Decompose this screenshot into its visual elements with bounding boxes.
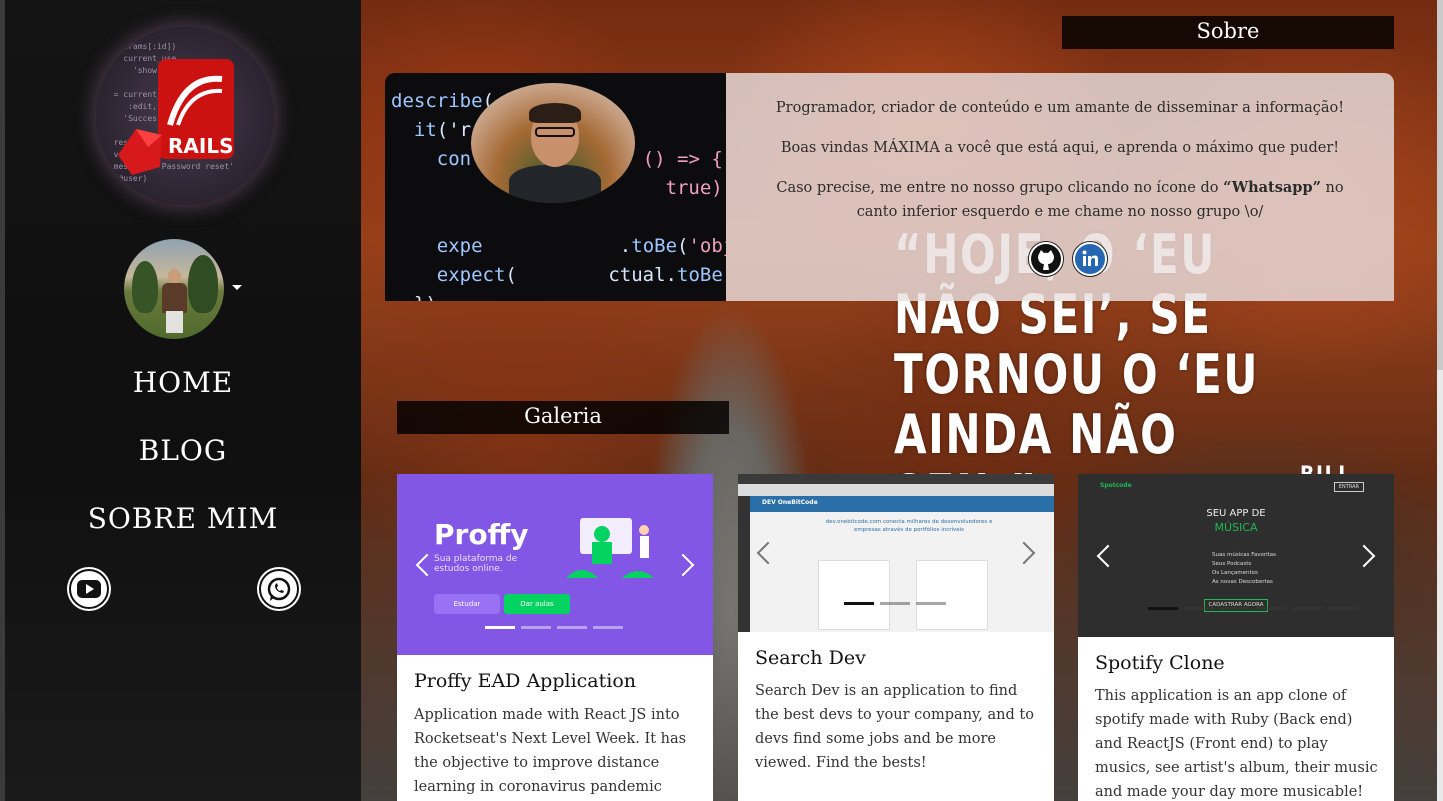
carousel-prev-icon[interactable] (1096, 544, 1120, 567)
about-paragraph-1: Programador, criador de conteúdo e um am… (775, 100, 1345, 116)
carousel-indicator[interactable] (1256, 607, 1286, 610)
carousel-indicator[interactable] (521, 626, 551, 629)
about-heading: Sobre (1062, 16, 1394, 49)
carousel-indicator[interactable] (1328, 607, 1358, 610)
github-icon (1031, 244, 1061, 274)
profile-photo-glasses (535, 127, 575, 137)
spotcode-feature: Suas músicas Favoritas (1212, 552, 1277, 558)
about-paragraph-3-start: Caso precise, me entre no nosso grupo cl… (776, 180, 1224, 196)
user-avatar[interactable] (124, 239, 224, 339)
about-social-icons (1028, 241, 1108, 277)
scrollbar-track[interactable] (1437, 0, 1443, 801)
carousel-indicator[interactable] (593, 626, 623, 629)
gallery-card-proffy: Proffy Sua plataforma de estudos online.… (397, 474, 713, 801)
card-title: Proffy EAD Application (414, 670, 636, 692)
searchdev-brand: DEV OneBitCode (762, 499, 818, 506)
about-paragraph-3: Caso precise, me entre no nosso grupo cl… (756, 176, 1364, 224)
about-paragraph-2: Boas vindas MÁXIMA a você que está aqui,… (780, 140, 1340, 156)
card-description: Search Dev is an application to find the… (755, 683, 1034, 771)
carousel-indicator[interactable] (1292, 607, 1322, 610)
carousel-indicator[interactable] (844, 602, 874, 605)
searchdev-headline: dev.onebitcode.com conecta milhares de d… (825, 519, 993, 533)
linkedin-icon (1075, 244, 1105, 274)
carousel-next-icon[interactable] (1352, 544, 1376, 567)
profile-photo (471, 83, 635, 203)
proffy-illustration (566, 518, 654, 578)
linkedin-button[interactable] (1072, 241, 1108, 277)
card-description: This application is an app clone of spot… (1095, 688, 1378, 800)
carousel-indicator[interactable] (1148, 607, 1178, 610)
carousel-indicators (844, 602, 946, 605)
sidebar-edge (0, 0, 5, 801)
profile-photo-hair (529, 103, 581, 123)
browser-tabs-bar (738, 474, 1054, 484)
avatar-person (166, 311, 183, 333)
spotcode-brand: Spotcode (1100, 482, 1132, 489)
svg-text:RAILS: RAILS (168, 134, 233, 158)
about-text-panel: Programador, criador de conteúdo e um am… (726, 73, 1394, 301)
card-description: Application made with React JS into Rock… (414, 707, 687, 795)
proffy-screenshot-carousel[interactable]: Proffy Sua plataforma de estudos online.… (397, 474, 713, 655)
os-dock (738, 496, 750, 632)
carousel-indicators (1148, 607, 1358, 610)
rails-ruby-icon: RAILS (118, 59, 234, 175)
nav-blog[interactable]: BLOG (5, 434, 361, 467)
whatsapp-mention: “Whatsapp” (1223, 179, 1321, 196)
scrollbar-thumb[interactable] (1437, 0, 1443, 370)
spotcode-login: ENTRAR (1333, 482, 1364, 492)
carousel-prev-icon[interactable] (756, 541, 780, 565)
avatar-person (168, 269, 181, 284)
carousel-indicators (485, 626, 623, 629)
gallery-card-search-dev: DEV OneBitCode dev.onebitcode.com conect… (738, 474, 1054, 801)
avatar-tree (132, 261, 158, 313)
carousel-indicator[interactable] (557, 626, 587, 629)
avatar-person (162, 283, 187, 313)
browser-address-bar (738, 484, 1054, 496)
search-dev-screenshot-carousel[interactable]: DEV OneBitCode dev.onebitcode.com conect… (738, 474, 1054, 632)
carousel-indicator[interactable] (1220, 607, 1250, 610)
searchdev-form-left (818, 560, 890, 630)
github-button[interactable] (1028, 241, 1064, 277)
spotcode-feature-list: Suas músicas Favoritas Seus Podcasts Os … (1212, 551, 1276, 587)
whatsapp-button[interactable] (259, 569, 299, 609)
proffy-teach-button: Dar aulas (504, 594, 570, 614)
youtube-icon (77, 580, 101, 598)
spotcode-feature: Os Lançamentos (1212, 570, 1258, 576)
avatar-tree (188, 255, 218, 313)
avatar-dropdown-caret-icon[interactable] (232, 285, 242, 290)
about-card: describe( it('r con () => { true) expe .… (385, 73, 1394, 301)
card-title: Spotify Clone (1095, 652, 1225, 674)
gallery-heading: Galeria (397, 401, 729, 434)
carousel-next-icon[interactable] (1012, 541, 1036, 565)
about-code-image: describe( it('r con () => { true) expe .… (385, 73, 726, 301)
nav-sobre-mim[interactable]: SOBRE MIM (5, 502, 361, 535)
spotcode-headline-2: MÚSICA (1214, 521, 1258, 534)
spotcode-feature: As novas Descobertas (1212, 579, 1273, 585)
sidebar: it(params[:id]) current_use 'show' = cur… (0, 0, 361, 801)
spotcode-headline-1: SEU APP DE (1206, 508, 1266, 519)
proffy-study-button: Estudar (434, 594, 500, 614)
youtube-button[interactable] (69, 569, 109, 609)
carousel-indicator[interactable] (1184, 607, 1214, 610)
rails-logo[interactable]: it(params[:id]) current_use 'show' = cur… (96, 27, 274, 205)
carousel-indicator[interactable] (485, 626, 515, 629)
whatsapp-icon (267, 577, 291, 601)
proffy-tagline: Sua plataforma de estudos online. (434, 554, 518, 574)
carousel-next-icon[interactable] (671, 553, 695, 576)
carousel-indicator[interactable] (880, 602, 910, 605)
proffy-brand: Proffy (434, 518, 529, 551)
main-content: “HOJE, O ‘EU NÃO SEI’, SE TORNOU O ‘EU A… (361, 0, 1443, 801)
nav-home[interactable]: HOME (5, 366, 361, 399)
carousel-indicator[interactable] (916, 602, 946, 605)
card-title: Search Dev (755, 647, 866, 669)
spotcode-cta: CADASTRAR AGORA (1204, 599, 1268, 612)
spotify-screenshot-carousel[interactable]: Spotcode ENTRAR SEU APP DE MÚSICA Suas m… (1078, 474, 1394, 637)
spotcode-feature: Seus Podcasts (1212, 561, 1252, 567)
profile-photo-shirt (509, 165, 601, 203)
searchdev-form-right (916, 560, 988, 630)
gallery-card-spotify-clone: Spotcode ENTRAR SEU APP DE MÚSICA Suas m… (1078, 474, 1394, 801)
